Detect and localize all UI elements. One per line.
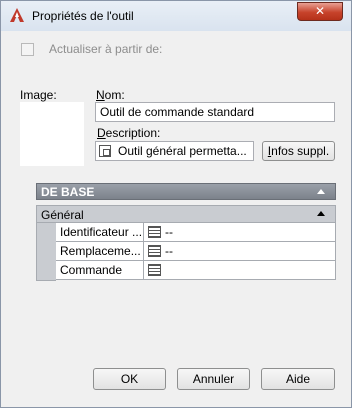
title-bar[interactable]: Propriétés de l'outil ✕: [1, 1, 351, 31]
more-info-rest: nfos suppl.: [271, 144, 330, 158]
table-row[interactable]: Remplaceme... --: [56, 242, 336, 261]
name-input[interactable]: Outil de commande standard: [95, 102, 335, 122]
subcategory-title: Général: [41, 208, 84, 222]
category-title: DE BASE: [41, 185, 95, 199]
description-icon: [99, 145, 111, 157]
update-from-checkbox[interactable]: [21, 43, 34, 56]
subcategory-header[interactable]: Général: [36, 205, 336, 223]
close-icon: ✕: [314, 4, 326, 18]
tool-image-preview: [20, 102, 84, 166]
name-label-accel: N: [96, 88, 105, 102]
more-info-button[interactable]: Infos suppl.: [262, 141, 335, 161]
grid-icon[interactable]: [148, 264, 161, 276]
autocad-logo-icon: [9, 7, 25, 23]
property-name: Remplaceme...: [56, 242, 144, 260]
collapse-arrow-icon[interactable]: [317, 189, 325, 194]
table-row[interactable]: Identificateur ... --: [56, 223, 336, 242]
grid-gutter: [36, 223, 56, 281]
property-name: Identificateur ...: [56, 223, 144, 241]
category-header[interactable]: DE BASE: [36, 183, 336, 200]
description-value: Outil général permetta...: [118, 144, 247, 158]
description-label: Description:: [97, 126, 160, 140]
property-value[interactable]: --: [165, 225, 173, 239]
property-name: Commande: [56, 261, 144, 279]
grid-icon[interactable]: [148, 226, 161, 238]
name-label: Nom:: [96, 88, 125, 102]
description-label-rest: escription:: [105, 126, 161, 140]
image-label: Image:: [20, 88, 57, 102]
ok-button[interactable]: OK: [93, 368, 166, 390]
help-button[interactable]: Aide: [261, 368, 335, 390]
close-button[interactable]: ✕: [297, 2, 343, 21]
description-field[interactable]: Outil général permetta...: [95, 141, 254, 161]
subcategory-collapse-arrow-icon[interactable]: [317, 211, 325, 216]
tool-properties-dialog: Propriétés de l'outil ✕ Actualiser à par…: [0, 0, 352, 408]
update-from-label: Actualiser à partir de:: [49, 42, 163, 56]
grid-icon[interactable]: [148, 245, 161, 257]
cancel-button[interactable]: Annuler: [177, 368, 250, 390]
table-row[interactable]: Commande: [56, 261, 336, 280]
properties-grid: DE BASE Général Identificateur ... -- Re…: [36, 183, 336, 281]
description-label-accel: D: [97, 126, 106, 140]
name-label-rest: om:: [104, 88, 125, 102]
property-value[interactable]: --: [165, 244, 173, 258]
window-title: Propriétés de l'outil: [32, 9, 134, 23]
